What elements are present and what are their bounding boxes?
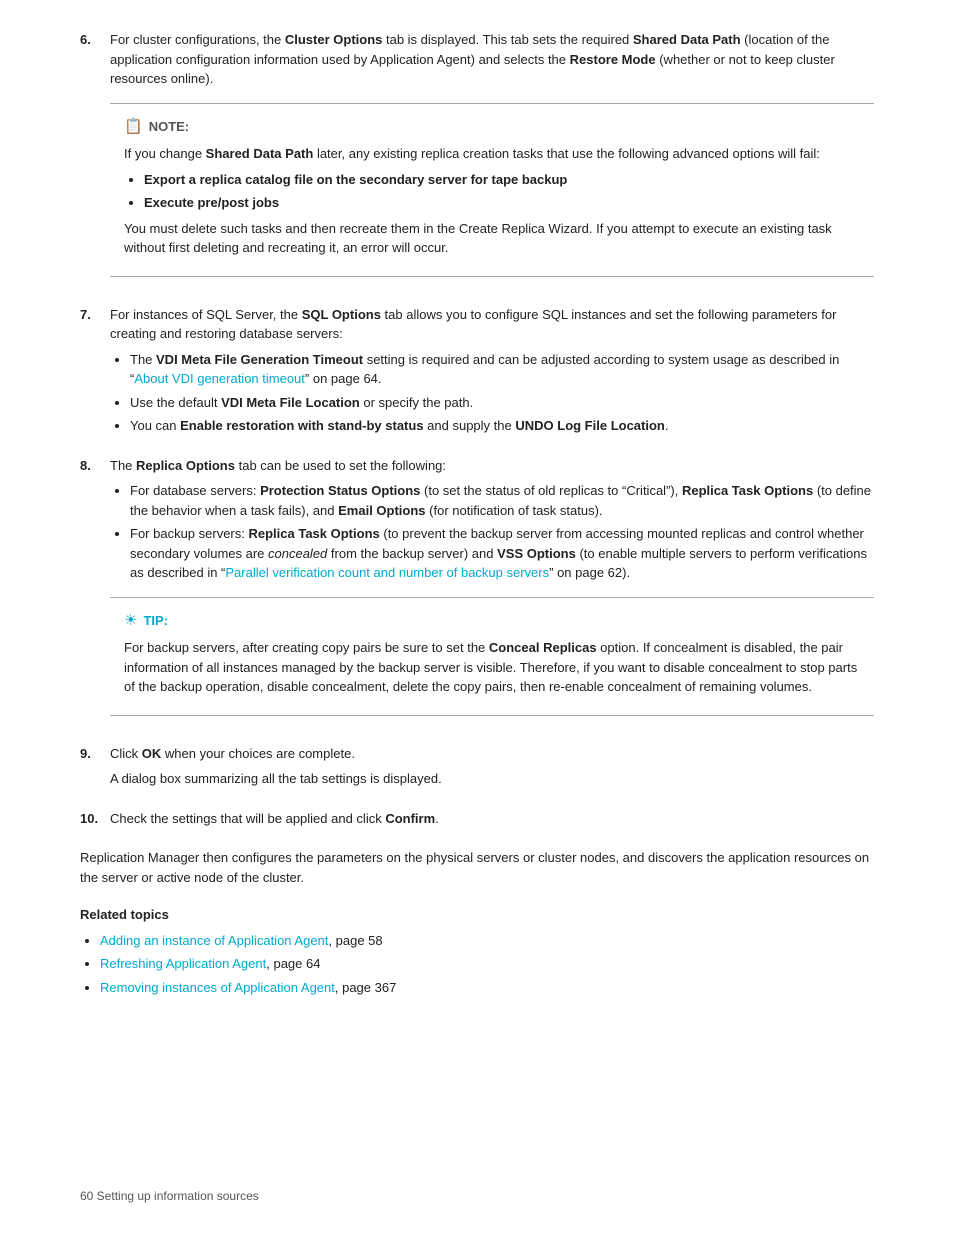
- note-followup: You must delete such tasks and then recr…: [124, 219, 860, 258]
- concealed-text: concealed: [268, 546, 327, 561]
- replication-text: Replication Manager then configures the …: [80, 848, 874, 887]
- step-10-text: Check the settings that will be applied …: [110, 809, 874, 829]
- step-7-bullets: The VDI Meta File Generation Timeout set…: [130, 350, 874, 436]
- step-10: 10. Check the settings that will be appl…: [80, 809, 874, 835]
- note-bullet-list: Export a replica catalog file on the sec…: [144, 170, 860, 213]
- related-item-2-page: , page 64: [266, 956, 320, 971]
- page-footer: 60 Setting up information sources: [80, 1187, 259, 1205]
- removing-instances-link[interactable]: Removing instances of Application Agent: [100, 980, 335, 995]
- step-8: 8. The Replica Options tab can be used t…: [80, 456, 874, 730]
- note-bullet-2: Execute pre/post jobs: [144, 193, 860, 213]
- note-icon: 📋: [124, 116, 143, 139]
- step-7-bullet-2: Use the default VDI Meta File Location o…: [130, 393, 874, 413]
- refreshing-agent-link[interactable]: Refreshing Application Agent: [100, 956, 266, 971]
- note-shared-data-path: Shared Data Path: [206, 146, 314, 161]
- step-8-number: 8.: [80, 456, 110, 730]
- vss-options-label: VSS Options: [497, 546, 576, 561]
- step-10-number: 10.: [80, 809, 110, 835]
- step-7-bullet-3: You can Enable restoration with stand-by…: [130, 416, 874, 436]
- related-item-3-page: , page 367: [335, 980, 396, 995]
- note-text: If you change Shared Data Path later, an…: [124, 144, 860, 164]
- step-6-text: For cluster configurations, the Cluster …: [110, 30, 874, 89]
- replica-options-label: Replica Options: [136, 458, 235, 473]
- step-7-bullet-1: The VDI Meta File Generation Timeout set…: [130, 350, 874, 389]
- step-10-content: Check the settings that will be applied …: [110, 809, 874, 835]
- note-label: NOTE:: [149, 117, 189, 137]
- step-9-number: 9.: [80, 744, 110, 795]
- related-item-3: Removing instances of Application Agent,…: [100, 978, 874, 998]
- step-8-content: The Replica Options tab can be used to s…: [110, 456, 874, 730]
- backup-replica-task-label: Replica Task Options: [249, 526, 380, 541]
- email-options-label: Email Options: [338, 503, 425, 518]
- adding-instance-link[interactable]: Adding an instance of Application Agent: [100, 933, 328, 948]
- enable-restoration-label: Enable restoration with stand-by status: [180, 418, 423, 433]
- step-9-subtext: A dialog box summarizing all the tab set…: [110, 769, 874, 789]
- note-header: 📋 NOTE:: [124, 116, 860, 139]
- step-9: 9. Click OK when your choices are comple…: [80, 744, 874, 795]
- tip-text: For backup servers, after creating copy …: [124, 638, 860, 697]
- related-item-2: Refreshing Application Agent, page 64: [100, 954, 874, 974]
- step-7-content: For instances of SQL Server, the SQL Opt…: [110, 305, 874, 442]
- vdi-timeout-link[interactable]: About VDI generation timeout: [134, 371, 305, 386]
- shared-data-path-label: Shared Data Path: [633, 32, 741, 47]
- undo-log-label: UNDO Log File Location: [515, 418, 665, 433]
- restore-mode-label: Restore Mode: [570, 52, 656, 67]
- step-7: 7. For instances of SQL Server, the SQL …: [80, 305, 874, 442]
- related-title: Related topics: [80, 905, 874, 925]
- step-8-bullet-2: For backup servers: Replica Task Options…: [130, 524, 874, 583]
- related-section: Related topics Adding an instance of App…: [80, 905, 874, 997]
- parallel-verification-link[interactable]: Parallel verification count and number o…: [225, 565, 549, 580]
- vdi-location-label: VDI Meta File Location: [221, 395, 360, 410]
- step-8-bullet-1: For database servers: Protection Status …: [130, 481, 874, 520]
- tip-header: ☀︎ TIP:: [124, 610, 860, 633]
- related-list: Adding an instance of Application Agent,…: [100, 931, 874, 998]
- note-box: 📋 NOTE: If you change Shared Data Path l…: [110, 103, 874, 277]
- step-6-content: For cluster configurations, the Cluster …: [110, 30, 874, 291]
- step-8-bullets: For database servers: Protection Status …: [130, 481, 874, 583]
- step-8-text: The Replica Options tab can be used to s…: [110, 456, 874, 476]
- step-6-number: 6.: [80, 30, 110, 291]
- tip-box: ☀︎ TIP: For backup servers, after creati…: [110, 597, 874, 716]
- note-bullet-1-text: Export a replica catalog file on the sec…: [144, 172, 567, 187]
- tip-label: TIP:: [143, 611, 168, 631]
- step-9-text: Click OK when your choices are complete.: [110, 744, 874, 764]
- ok-label: OK: [142, 746, 162, 761]
- related-item-1-page: , page 58: [328, 933, 382, 948]
- related-item-1: Adding an instance of Application Agent,…: [100, 931, 874, 951]
- tip-icon: ☀︎: [124, 610, 137, 633]
- vdi-timeout-label: VDI Meta File Generation Timeout: [156, 352, 363, 367]
- sql-options-label: SQL Options: [302, 307, 381, 322]
- page: 6. For cluster configurations, the Clust…: [0, 0, 954, 1235]
- step-7-number: 7.: [80, 305, 110, 442]
- step-6: 6. For cluster configurations, the Clust…: [80, 30, 874, 291]
- cluster-options-label: Cluster Options: [285, 32, 383, 47]
- step-7-text: For instances of SQL Server, the SQL Opt…: [110, 305, 874, 344]
- note-bullet-2-text: Execute pre/post jobs: [144, 195, 279, 210]
- protection-status-label: Protection Status Options: [260, 483, 420, 498]
- conceal-replicas-label: Conceal Replicas: [489, 640, 597, 655]
- replica-task-options-label: Replica Task Options: [682, 483, 813, 498]
- note-bullet-1: Export a replica catalog file on the sec…: [144, 170, 860, 190]
- step-9-content: Click OK when your choices are complete.…: [110, 744, 874, 795]
- confirm-label: Confirm: [385, 811, 435, 826]
